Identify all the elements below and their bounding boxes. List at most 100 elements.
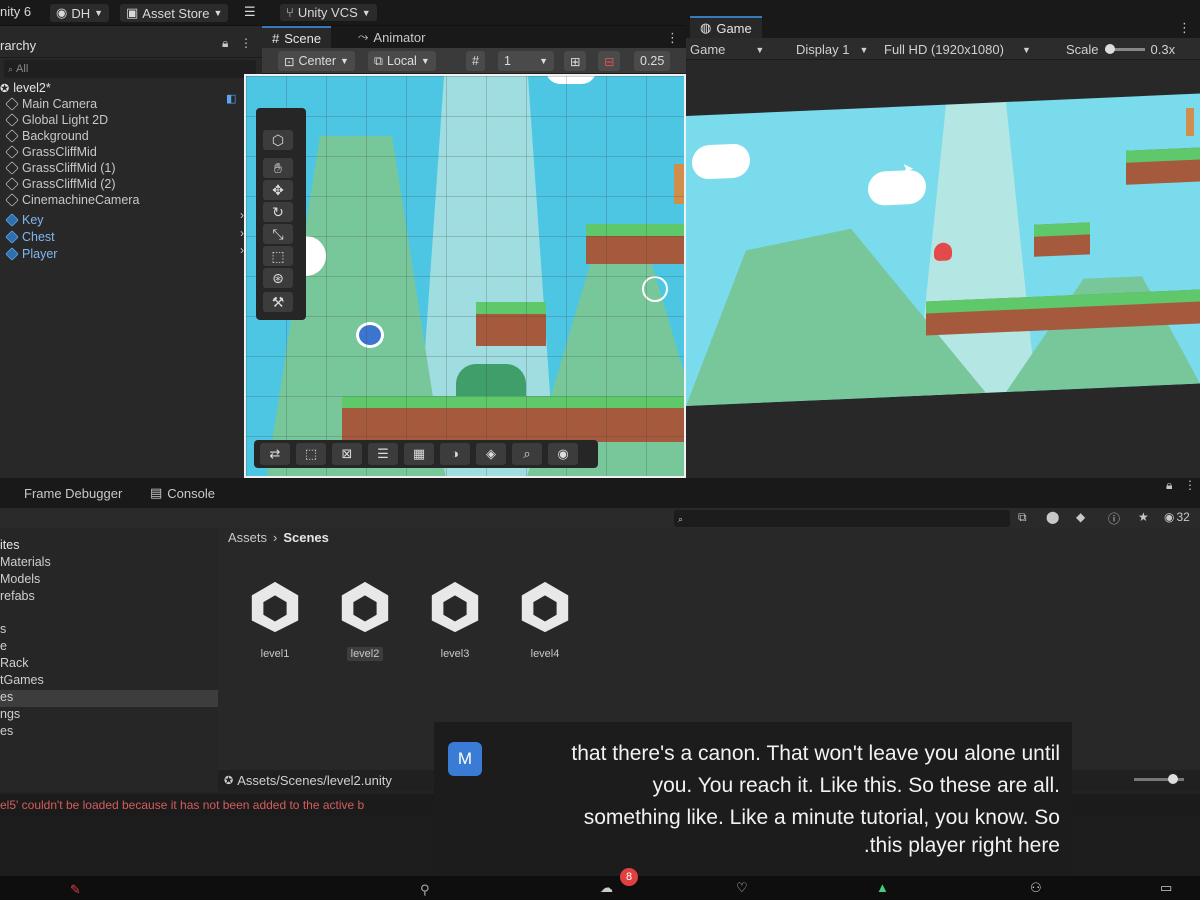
kebab-menu-icon[interactable]: ⋮ bbox=[240, 36, 252, 50]
asset-item-level1[interactable]: level1 bbox=[240, 578, 310, 661]
breadcrumb-current[interactable]: Scenes bbox=[283, 530, 329, 545]
scene-filter-icon[interactable]: ⧉ bbox=[1018, 510, 1027, 525]
layers-icon[interactable]: ◈ bbox=[476, 443, 506, 465]
scale-tool-icon[interactable]: ⤡ bbox=[263, 224, 293, 244]
breadcrumb-root[interactable]: Assets bbox=[228, 530, 267, 545]
scale-slider-handle[interactable] bbox=[1104, 44, 1115, 54]
folder-item[interactable]: tGames bbox=[0, 673, 218, 690]
snap-toggle[interactable]: ⊞ bbox=[564, 51, 587, 71]
scale-slider-track[interactable] bbox=[1104, 44, 1145, 54]
hierarchy-item-key[interactable]: Key bbox=[5, 212, 44, 228]
asset-label: level1 bbox=[260, 648, 290, 660]
transform-tool-icon[interactable]: ⊛ bbox=[263, 268, 293, 288]
grid-toggle[interactable]: # bbox=[466, 51, 485, 71]
hidden-packages-toggle[interactable]: ◉ 32 bbox=[1164, 510, 1190, 524]
scene-panel: # Scene ⤳ Animator ⋮ ⊡ Center ▼ ⧉ Local … bbox=[244, 26, 686, 478]
kebab-menu-icon[interactable]: ⋮ bbox=[1178, 20, 1191, 36]
hierarchy-item-chest[interactable]: Chest bbox=[5, 229, 55, 245]
account-dropdown[interactable]: ◉ DH ▼ bbox=[50, 4, 110, 22]
hierarchy-item-player[interactable]: Player bbox=[5, 246, 57, 262]
hierarchy-item-global-light[interactable]: Global Light 2D bbox=[5, 112, 108, 128]
game-viewport[interactable] bbox=[686, 93, 1200, 406]
custom-tool-icon[interactable]: ⚒︎ bbox=[263, 292, 293, 312]
label-filter-icon[interactable]: ◆ bbox=[1076, 510, 1085, 524]
hierarchy-item-background[interactable]: Background bbox=[5, 128, 89, 144]
chat-app-icon[interactable]: ☁ bbox=[600, 880, 613, 896]
heart-icon[interactable]: ♡ bbox=[736, 880, 748, 896]
tab-console[interactable]: ▤ Console bbox=[140, 482, 225, 504]
sliders-icon[interactable]: ☰ bbox=[368, 443, 398, 465]
shuffle-icon[interactable]: ⇄ bbox=[260, 443, 290, 465]
rect-tool-icon[interactable]: ⬚ bbox=[263, 246, 293, 266]
hierarchy-tab[interactable]: rarchy bbox=[0, 38, 36, 53]
folder-item[interactable]: e bbox=[0, 639, 218, 656]
folder-item[interactable]: refabs bbox=[0, 589, 218, 606]
hierarchy-scene-root[interactable]: ✪ level2* bbox=[0, 80, 51, 96]
lock-icon[interactable]: 🔒︎ bbox=[1166, 478, 1172, 493]
scene-viewport[interactable] bbox=[244, 74, 686, 478]
view-options-icon[interactable]: ⬡ bbox=[263, 130, 293, 150]
vcs-button[interactable]: ⑂ Unity VCS ▼ bbox=[280, 4, 377, 21]
tab-frame-debugger[interactable]: Frame Debugger bbox=[14, 482, 132, 504]
kebab-menu-icon[interactable]: ⋮ bbox=[1184, 478, 1196, 492]
rotate-tool-icon[interactable]: ↻ bbox=[263, 202, 293, 222]
space-dropdown[interactable]: ⧉ Local ▼ bbox=[368, 51, 436, 71]
hierarchy-item-main-camera[interactable]: Main Camera bbox=[5, 96, 97, 112]
folder-item[interactable]: Rack bbox=[0, 656, 218, 673]
asset-store-button[interactable]: ▣ Asset Store ▼ bbox=[120, 4, 229, 22]
info-icon[interactable]: ⓘ bbox=[1108, 510, 1120, 527]
hierarchy-item-grasscliffmid-2[interactable]: GrassCliffMid (2) bbox=[5, 176, 116, 192]
app-icon[interactable]: ⚲ bbox=[420, 882, 430, 898]
folder-item[interactable]: s bbox=[0, 622, 218, 639]
folder-item[interactable]: es bbox=[0, 724, 218, 741]
folder-item[interactable]: Materials bbox=[0, 555, 218, 572]
window-icon[interactable]: ▭ bbox=[1160, 880, 1172, 896]
sprite-shape-icon[interactable]: ⊠ bbox=[332, 443, 362, 465]
menu-icon[interactable]: ☰ bbox=[244, 4, 256, 20]
tab-game[interactable]: ◍ Game bbox=[690, 16, 762, 38]
icon-size-slider-handle[interactable] bbox=[1168, 774, 1178, 784]
display-dropdown[interactable]: Display 1 ▼ bbox=[796, 42, 868, 57]
favorite-icon[interactable]: ★ bbox=[1138, 510, 1149, 524]
folder-item-selected[interactable]: es bbox=[0, 690, 218, 707]
scale-slider[interactable]: Scale 0.3x bbox=[1066, 42, 1175, 57]
store-icon: ▣ bbox=[126, 5, 139, 20]
pivot-icon: ⊡ bbox=[284, 54, 295, 69]
asset-item-level3[interactable]: level3 bbox=[420, 578, 490, 661]
hand-tool-icon[interactable]: ✋︎ bbox=[263, 158, 293, 178]
pen-icon[interactable]: ✎ bbox=[70, 882, 81, 898]
game-mode-dropdown[interactable]: Game ▼ bbox=[690, 42, 764, 57]
icon-size-slider[interactable] bbox=[1134, 774, 1184, 784]
hierarchy-search-input[interactable]: ⌕ All bbox=[4, 60, 256, 78]
resolution-dropdown[interactable]: Full HD (1920x1080) ▼ bbox=[884, 42, 1031, 57]
folder-item[interactable]: ites bbox=[0, 538, 218, 555]
asset-item-level2[interactable]: level2 bbox=[330, 578, 400, 661]
kebab-menu-icon[interactable]: ⋮ bbox=[666, 30, 679, 46]
zoom-icon[interactable]: ⌕ bbox=[512, 443, 542, 465]
pivot-dropdown[interactable]: ⊡ Center ▼ bbox=[278, 51, 355, 71]
tab-animator[interactable]: ⤳ Animator bbox=[348, 26, 435, 48]
increment-snap-toggle[interactable]: ⊟ bbox=[598, 51, 621, 71]
people-icon[interactable]: ⚇ bbox=[1030, 880, 1042, 896]
scene-toolbar: ⊡ Center ▼ ⧉ Local ▼ # 1 ▼ ⊞ ⊟ 0.25 bbox=[262, 48, 686, 74]
move-tool-icon[interactable]: ✥ bbox=[263, 180, 293, 200]
hierarchy-item-grasscliffmid[interactable]: GrassCliffMid bbox=[5, 144, 97, 160]
tilemap-icon[interactable]: ▦ bbox=[404, 443, 434, 465]
project-search-input[interactable]: ⌕ bbox=[674, 510, 1010, 527]
tab-scene-label: Scene bbox=[284, 30, 322, 46]
asset-item-level4[interactable]: level4 bbox=[510, 578, 580, 661]
lock-icon[interactable]: 🔒︎ bbox=[222, 36, 228, 51]
app-icon[interactable]: ▲ bbox=[876, 880, 889, 895]
tab-scene[interactable]: # Scene bbox=[262, 26, 332, 48]
type-filter-icon[interactable]: ⬤ bbox=[1046, 510, 1059, 524]
hierarchy-item-grasscliffmid-1[interactable]: GrassCliffMid (1) bbox=[5, 160, 116, 176]
rect-select-icon[interactable]: ⬚ bbox=[296, 443, 326, 465]
snap-value[interactable]: 0.25 bbox=[634, 51, 671, 71]
grid-size-dropdown[interactable]: 1 ▼ bbox=[498, 51, 554, 71]
shading-icon[interactable]: ◑ bbox=[440, 443, 470, 465]
visibility-icon[interactable]: ◉ bbox=[548, 443, 578, 465]
folder-item[interactable]: Models bbox=[0, 572, 218, 589]
hierarchy-item-cinemachinecamera[interactable]: CinemachineCamera bbox=[5, 192, 139, 208]
gameobject-icon bbox=[5, 113, 19, 127]
folder-item[interactable]: ngs bbox=[0, 707, 218, 724]
